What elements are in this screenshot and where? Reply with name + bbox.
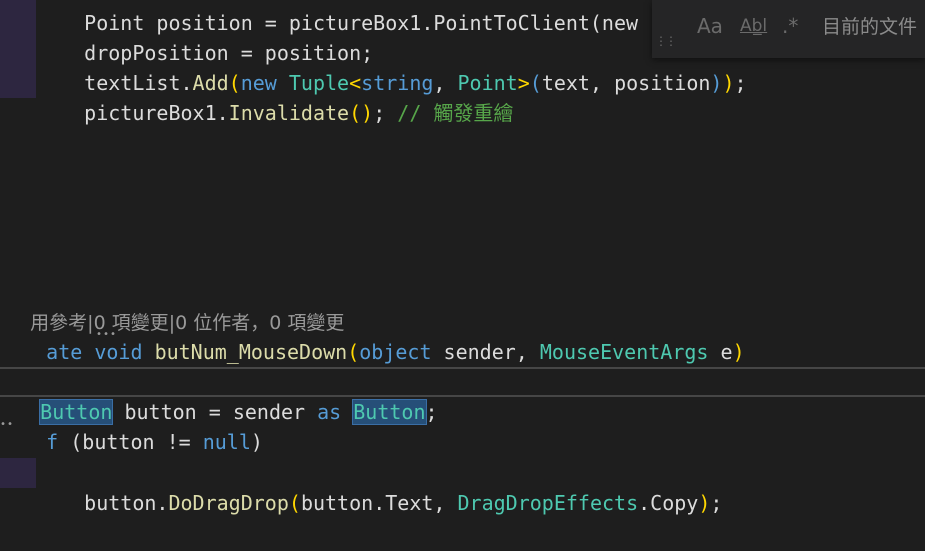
paren: ) (732, 340, 745, 364)
change-indicator (0, 0, 36, 98)
identifier: button (84, 491, 157, 515)
comment: // 觸發重繪 (397, 101, 514, 125)
paren: ) (722, 71, 735, 95)
parameter: sender, (431, 340, 540, 364)
code-line: dropPosition = position; (36, 8, 373, 65)
semicolon: ; (373, 101, 398, 125)
dot: . (216, 101, 229, 125)
dot: . (638, 491, 651, 515)
paren: ( (288, 491, 301, 515)
comma: , (589, 71, 615, 95)
paren: ) (698, 491, 711, 515)
code-line: Button button = sender as Button; (0, 367, 438, 425)
code-line: f (button != null) (0, 397, 263, 454)
keyword: null (202, 430, 251, 454)
paren: ) (710, 71, 723, 95)
paren: () (349, 101, 374, 125)
dot: . (156, 491, 169, 515)
code-editor[interactable]: Point position = pictureBox1.PointToClie… (0, 0, 925, 551)
suggestion-dots: •• (0, 419, 15, 430)
paren: ) (250, 430, 263, 454)
code-line: button.DoDragDrop(button.Text, DragDropE… (36, 458, 722, 515)
keyword: object (359, 340, 432, 364)
type-name: DragDropEffects (457, 491, 639, 515)
method-name: butNum_MouseDown (154, 340, 348, 364)
paren: ( (529, 71, 542, 95)
match-case-toggle[interactable]: Aa (697, 14, 723, 38)
keyword: ate (46, 340, 83, 364)
enum-member: Copy (650, 491, 699, 515)
code-line: textList.Add(new Tuple<string, Point>(te… (36, 38, 746, 95)
parameter: e (708, 340, 733, 364)
keyword: as (317, 400, 342, 424)
type-name-highlighted: Button (352, 399, 427, 425)
regex-toggle[interactable]: .* (782, 14, 798, 38)
type-name: MouseEventArgs (539, 340, 709, 364)
property: Text (385, 491, 434, 515)
search-scope-dropdown[interactable]: 目前的文件 (822, 12, 917, 39)
semicolon: ; (734, 71, 747, 95)
keyword: void (94, 340, 143, 364)
semicolon: ; (710, 491, 723, 515)
find-widget: ⋮⋮ Aa Ab̲l .* 目前的文件 (652, 0, 925, 58)
whole-word-toggle[interactable]: Ab̲l (740, 16, 767, 36)
condition: (button != (58, 430, 203, 454)
method-name: Invalidate (228, 101, 350, 125)
keyword: f (46, 430, 59, 454)
identifier: position (614, 71, 711, 95)
code-line: pictureBox1.Invalidate(); // 觸發重繪 (36, 68, 513, 125)
identifier: text (541, 71, 590, 95)
semicolon: ; (425, 400, 438, 424)
dot: . (373, 491, 386, 515)
paren: ( (347, 340, 360, 364)
angle-bracket: > (517, 71, 530, 95)
identifier: button (300, 491, 374, 515)
identifier: pictureBox1 (84, 101, 217, 125)
drag-handle-icon[interactable]: ⋮⋮ (655, 34, 677, 48)
comma: , (433, 491, 458, 515)
codelens[interactable]: 用參考|0 項變更|0 位作者，0 項變更 (0, 277, 344, 334)
method-name: DoDragDrop (168, 491, 289, 515)
suggestion-dots: ••• (96, 329, 118, 340)
